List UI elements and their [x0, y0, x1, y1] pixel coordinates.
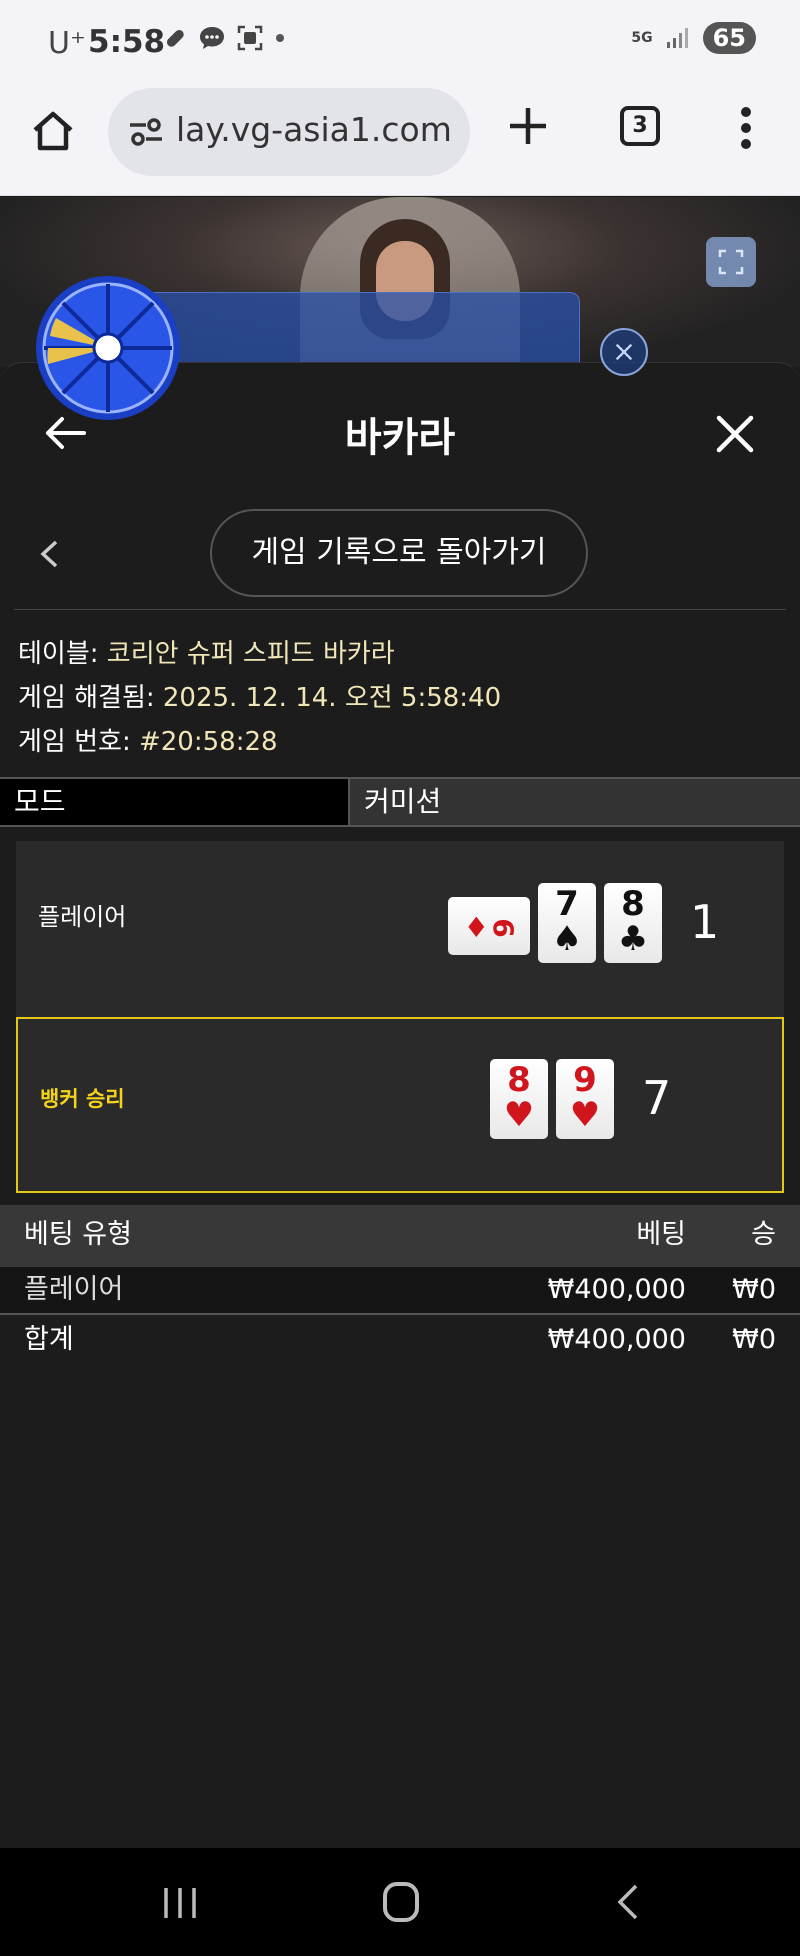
game-number-info: 게임 번호: #20:58:28	[18, 721, 278, 758]
banker-card-1: 8 ♥	[490, 1059, 548, 1139]
home-icon[interactable]	[30, 108, 76, 154]
battery-level: 65	[702, 22, 756, 54]
table-label: 테이블:	[18, 639, 99, 669]
total-bet: ₩400,000	[547, 1324, 686, 1355]
bet-amount-cell: ₩400,000	[547, 1274, 686, 1305]
total-label: 합계	[24, 1324, 74, 1355]
prize-wheel-icon[interactable]	[34, 274, 182, 422]
back-to-history-button[interactable]: 게임 기록으로 돌아가기	[210, 509, 588, 597]
resolved-label: 게임 해결됨:	[18, 683, 155, 713]
table-row: 플레이어 ₩400,000 ₩0	[0, 1267, 800, 1315]
bet-amount-header: 베팅	[636, 1219, 686, 1250]
commission-label: 커미션	[350, 779, 800, 825]
network-type: 5G	[631, 30, 653, 46]
dot-icon	[276, 34, 284, 42]
player-card-2: 7 ♠	[538, 883, 596, 963]
address-bar[interactable]: lay.vg-asia1.com	[108, 88, 470, 176]
resolved-value: 2025. 12. 14. 오전 5:58:40	[162, 683, 502, 713]
carrier-label: U⁺	[48, 26, 86, 61]
game-number-label: 게임 번호:	[18, 727, 131, 757]
banker-card-2: 9 ♥	[556, 1059, 614, 1139]
player-card-3: 8 ♣	[604, 883, 662, 963]
back-icon[interactable]	[612, 1882, 642, 1922]
player-card-1: ♦9	[448, 897, 530, 955]
bet-type-header: 베팅 유형	[24, 1219, 132, 1250]
table-value: 코리안 슈퍼 스피드 바카라	[106, 639, 395, 669]
status-bar: U⁺ 5:58 5G 65	[0, 0, 800, 84]
signal-icon	[666, 28, 688, 48]
resolved-info: 게임 해결됨: 2025. 12. 14. 오전 5:58:40	[18, 677, 501, 714]
more-menu-icon[interactable]	[740, 106, 752, 150]
chevron-left-icon[interactable]	[38, 539, 60, 569]
recent-apps-icon[interactable]	[162, 1886, 198, 1920]
banker-total: 7	[642, 1071, 672, 1125]
total-row: 합계 ₩400,000 ₩0	[0, 1317, 800, 1365]
pill-icon	[166, 29, 184, 47]
tab-switcher-button[interactable]: 3	[620, 106, 660, 146]
home-button[interactable]	[383, 1882, 419, 1922]
chat-bubble-icon	[200, 27, 224, 49]
bet-type-cell: 플레이어	[24, 1274, 124, 1305]
url-text[interactable]: lay.vg-asia1.com	[176, 110, 466, 149]
screenshot-icon	[237, 25, 263, 51]
close-banner-icon[interactable]	[600, 328, 648, 376]
fullscreen-icon[interactable]	[706, 237, 756, 287]
game-number-value: #20:58:28	[138, 727, 278, 757]
mode-header: 모드 커미션	[0, 777, 800, 827]
player-total: 1	[690, 895, 720, 949]
new-tab-icon[interactable]	[508, 106, 548, 146]
bet-win-header: 승	[751, 1219, 776, 1250]
notification-icons	[162, 24, 286, 52]
system-nav-bar	[0, 1848, 800, 1956]
browser-toolbar: lay.vg-asia1.com 3	[0, 84, 800, 196]
player-hand: 플레이어 ♦9 7 ♠ 8 ♣ 1	[16, 841, 784, 1017]
divider	[14, 609, 786, 610]
game-detail-panel: 바카라 게임 기록으로 돌아가기 테이블: 코리안 슈퍼 스피드 바카라 게임 …	[0, 362, 800, 1848]
status-time: 5:58	[88, 24, 166, 60]
player-hand-label: 플레이어	[38, 903, 127, 931]
system-icons: 5G 65	[631, 22, 756, 54]
banker-hand: 뱅커 승리 8 ♥ 9 ♥ 7	[16, 1017, 784, 1193]
banker-win-label: 뱅커 승리	[40, 1087, 125, 1111]
close-icon[interactable]	[716, 415, 754, 453]
mode-label: 모드	[0, 779, 350, 825]
total-win: ₩0	[732, 1324, 776, 1355]
promo-banner[interactable]	[112, 292, 580, 367]
table-info: 테이블: 코리안 슈퍼 스피드 바카라	[18, 633, 395, 670]
site-settings-icon[interactable]	[128, 114, 164, 150]
bet-table-header: 베팅 유형 베팅 승	[0, 1205, 800, 1267]
bet-win-cell: ₩0	[732, 1274, 776, 1305]
